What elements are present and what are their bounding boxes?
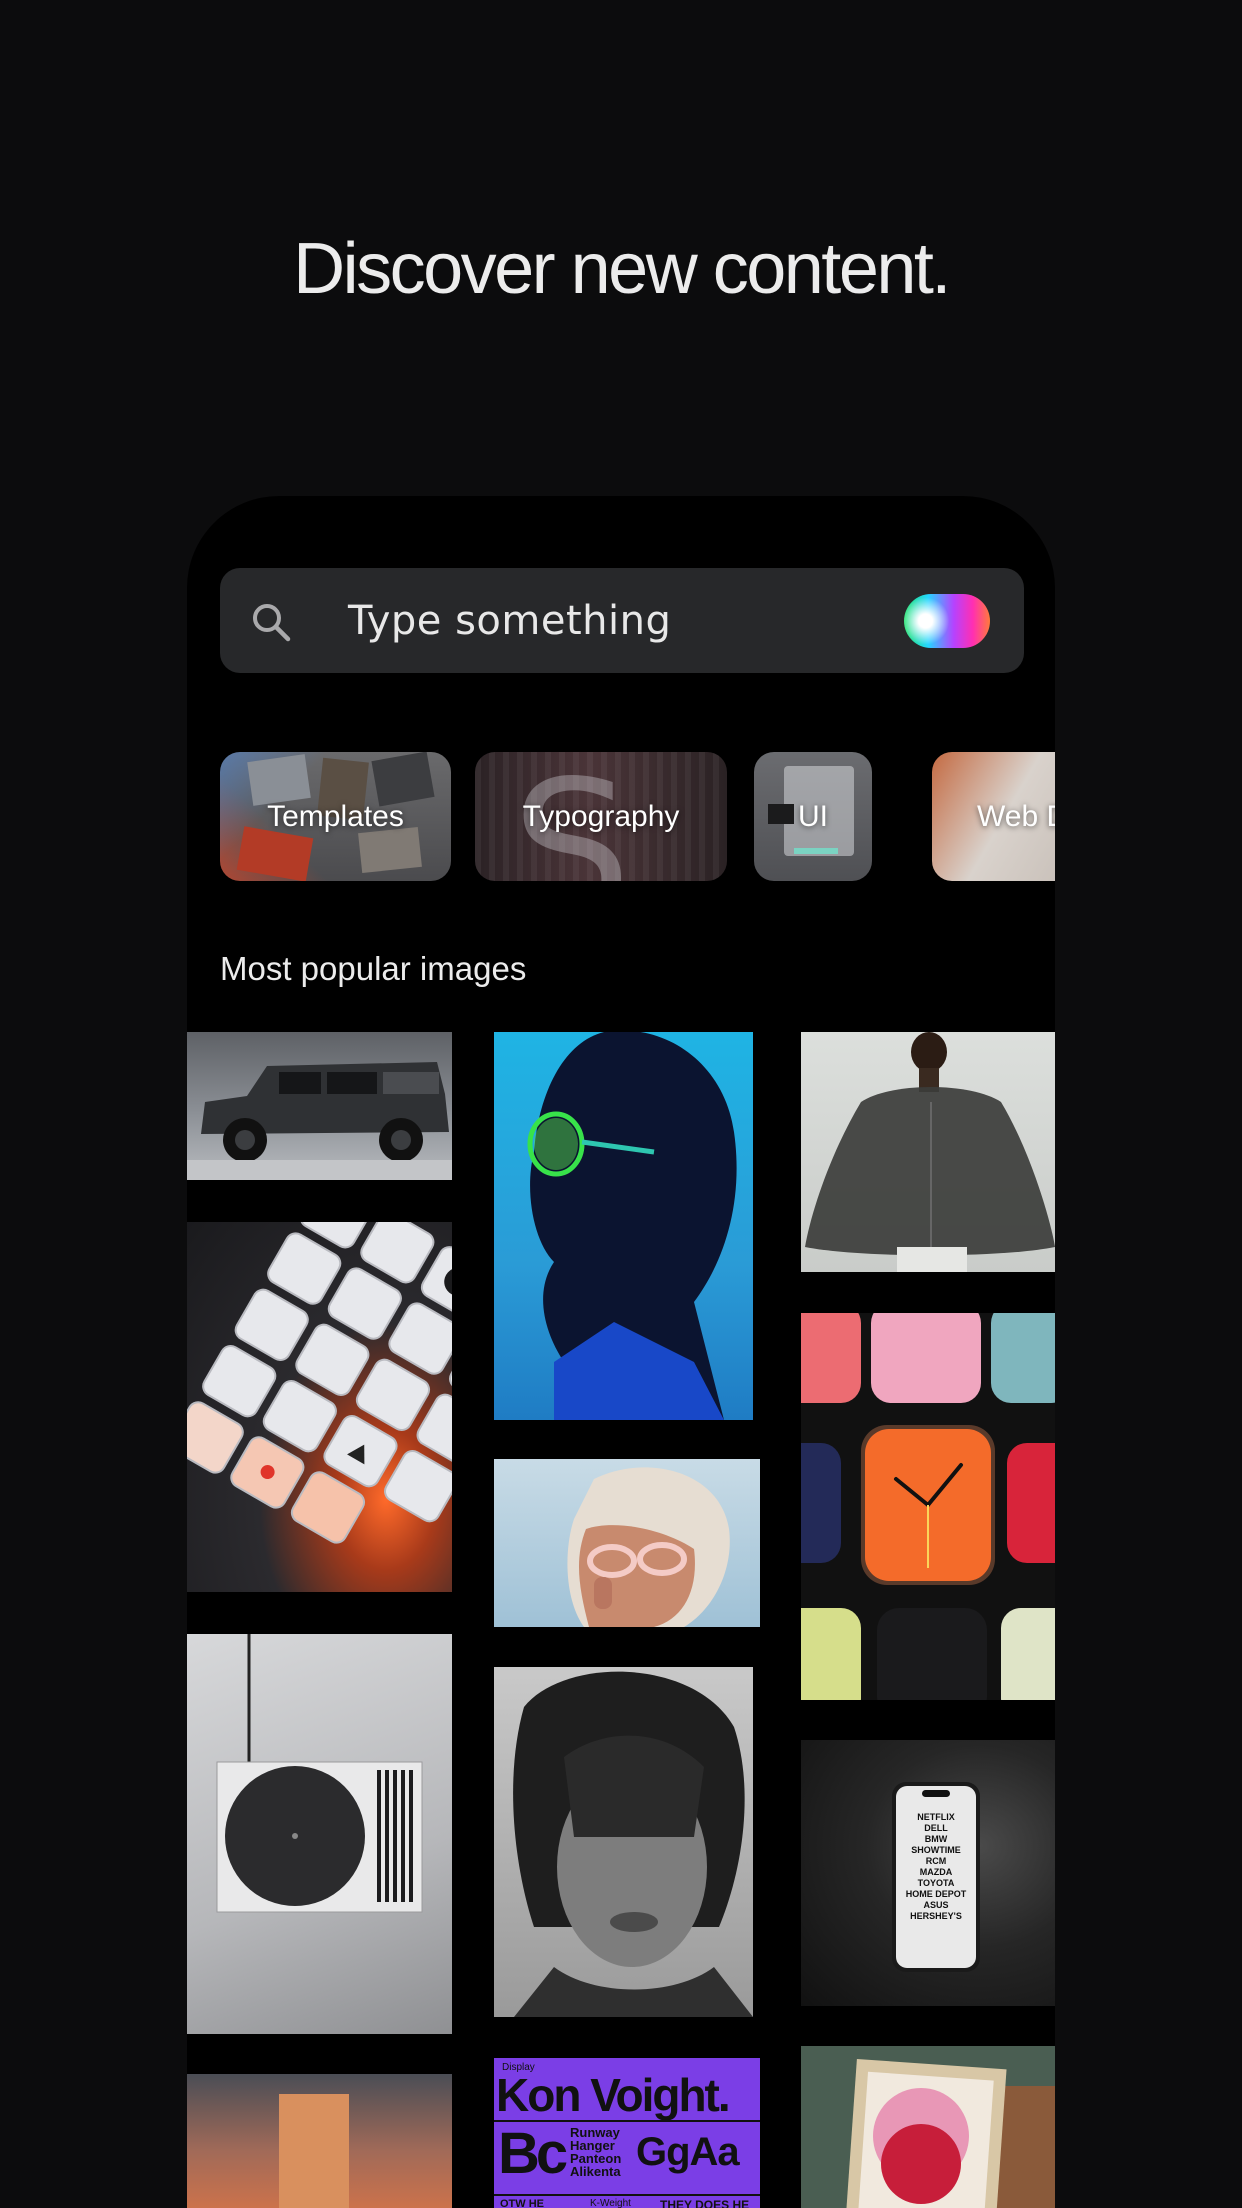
image-tile-suv[interactable] — [187, 1032, 452, 1180]
poster-words: Runway Hanger Panteon Alikenta — [570, 2125, 622, 2179]
sunglasses-lady-image — [567, 1467, 730, 1627]
image-tile-poster[interactable]: Display Kon Voight. Bc Runway Hanger Pant… — [494, 2058, 760, 2208]
image-tile-bw-portrait[interactable] — [494, 1667, 753, 2017]
phone-notch — [922, 1790, 950, 1797]
fashion-image — [805, 1032, 1055, 1272]
image-tile-blue-portrait[interactable] — [494, 1032, 753, 1420]
keyboard-image — [187, 1222, 452, 1544]
image-tile-sunglasses-lady[interactable] — [494, 1459, 760, 1627]
watches-image — [801, 1313, 1055, 1700]
search-icon — [253, 604, 291, 642]
blue-portrait-image — [527, 1032, 737, 1420]
category-label: Templates — [267, 799, 404, 833]
image-tile-turntable[interactable] — [187, 1634, 452, 2034]
category-label: Typography — [522, 799, 680, 833]
gradient-orb-icon[interactable] — [904, 594, 990, 648]
category-chip-typography[interactable]: S Typography — [475, 752, 727, 881]
poster-footer-mid: K-Weight — [590, 2198, 631, 2208]
category-label: Web Des — [977, 799, 1055, 833]
image-tile-sunset[interactable] — [187, 2074, 452, 2208]
poster-rule — [494, 2194, 760, 2196]
category-label: UI — [798, 799, 828, 833]
turntable-image — [216, 1634, 423, 1913]
page-headline: Discover new content. — [293, 229, 951, 309]
glow-block — [279, 2094, 349, 2208]
bw-portrait-image — [513, 1671, 753, 2017]
image-tile-keyboard[interactable] — [187, 1222, 452, 1592]
poster-footer-left: OTW HE — [500, 2198, 544, 2208]
section-title: Most popular images — [220, 950, 527, 987]
phone-brand-list: NETFLIX DELL BMW SHOWTIME RCM MAZDA TOYO… — [905, 1812, 967, 1921]
poster-footer-right: THEY DOES HE — [660, 2198, 750, 2208]
phone-mockup: Type something Templates S Typography UI… — [187, 496, 1055, 2208]
category-chip-web-design[interactable]: Web Des — [932, 752, 1055, 881]
category-chips: Templates S Typography UI Web Des — [220, 752, 1055, 882]
poster-title: Kon Voight. — [496, 2069, 731, 2121]
image-tile-fashion[interactable] — [801, 1032, 1055, 1272]
image-tile-phone-mockup[interactable]: NETFLIX DELL BMW SHOWTIME RCM MAZDA TOYO… — [801, 1740, 1055, 2006]
suv-image — [187, 1062, 452, 1180]
poster-specimen: GgAa — [636, 2130, 740, 2174]
category-chip-templates[interactable]: Templates — [220, 752, 451, 881]
image-tile-watches[interactable] — [801, 1313, 1055, 1700]
category-chip-ui[interactable]: UI — [754, 752, 872, 881]
phone-body: NETFLIX DELL BMW SHOWTIME RCM MAZDA TOYO… — [892, 1782, 980, 1972]
phone-screen: NETFLIX DELL BMW SHOWTIME RCM MAZDA TOYO… — [896, 1786, 976, 1968]
poster-big-letters: Bc — [498, 2121, 568, 2186]
image-tile-poster-frame[interactable] — [801, 2046, 1055, 2208]
search-placeholder[interactable]: Type something — [348, 598, 671, 644]
poster-frame-image — [801, 2046, 1055, 2208]
search-bar[interactable]: Type something — [220, 568, 1024, 673]
